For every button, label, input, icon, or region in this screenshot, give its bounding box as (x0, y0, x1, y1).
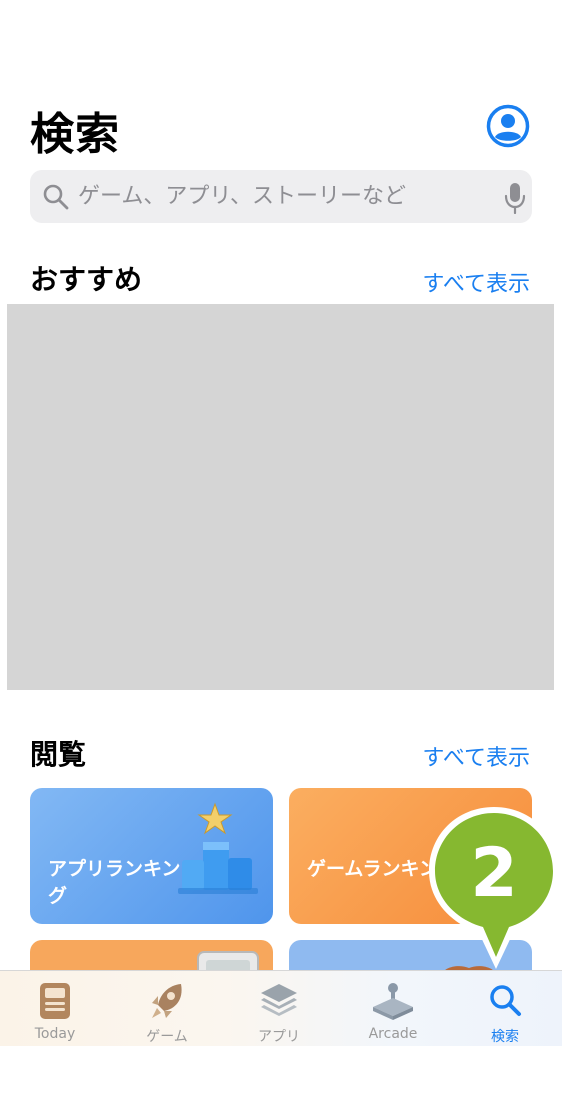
search-bar[interactable] (30, 170, 532, 223)
today-icon (40, 983, 70, 1019)
tab-search[interactable]: 検索 (460, 971, 550, 1046)
rocket-icon (152, 984, 182, 1018)
featured-banner[interactable] (7, 304, 554, 690)
step-number: 2 (470, 834, 517, 913)
search-icon (490, 985, 521, 1016)
layers-icon (261, 984, 297, 1016)
recommended-see-all-link[interactable]: すべて表示 (422, 266, 530, 298)
recommended-title: おすすめ (30, 263, 143, 296)
microphone-icon[interactable] (504, 182, 526, 214)
tab-label: Arcade (368, 1026, 418, 1042)
tab-label: 検索 (491, 1029, 519, 1045)
tab-label: アプリ (258, 1029, 300, 1045)
tab-apps[interactable]: アプリ (234, 971, 324, 1046)
tab-label: Today (34, 1026, 76, 1042)
tab-games[interactable]: ゲーム (122, 971, 212, 1046)
tab-today[interactable]: Today (10, 971, 100, 1046)
card-label: アプリランキング (48, 858, 181, 907)
step-badge: 2 (429, 807, 559, 969)
account-button[interactable] (486, 104, 530, 148)
browse-title: 閲覧 (30, 738, 87, 771)
tab-label: ゲーム (146, 1029, 188, 1045)
search-icon (43, 184, 69, 210)
tab-arcade[interactable]: Arcade (348, 971, 438, 1046)
browse-see-all-link[interactable]: すべて表示 (422, 740, 530, 772)
tab-bar: Today ゲーム アプリ Arcade 検索 (0, 970, 562, 1046)
joystick-icon (373, 983, 413, 1020)
account-icon (486, 104, 530, 148)
search-input[interactable] (78, 170, 478, 223)
card-app-ranking[interactable]: アプリランキング (30, 788, 273, 924)
page-title: 検索 (30, 109, 120, 160)
